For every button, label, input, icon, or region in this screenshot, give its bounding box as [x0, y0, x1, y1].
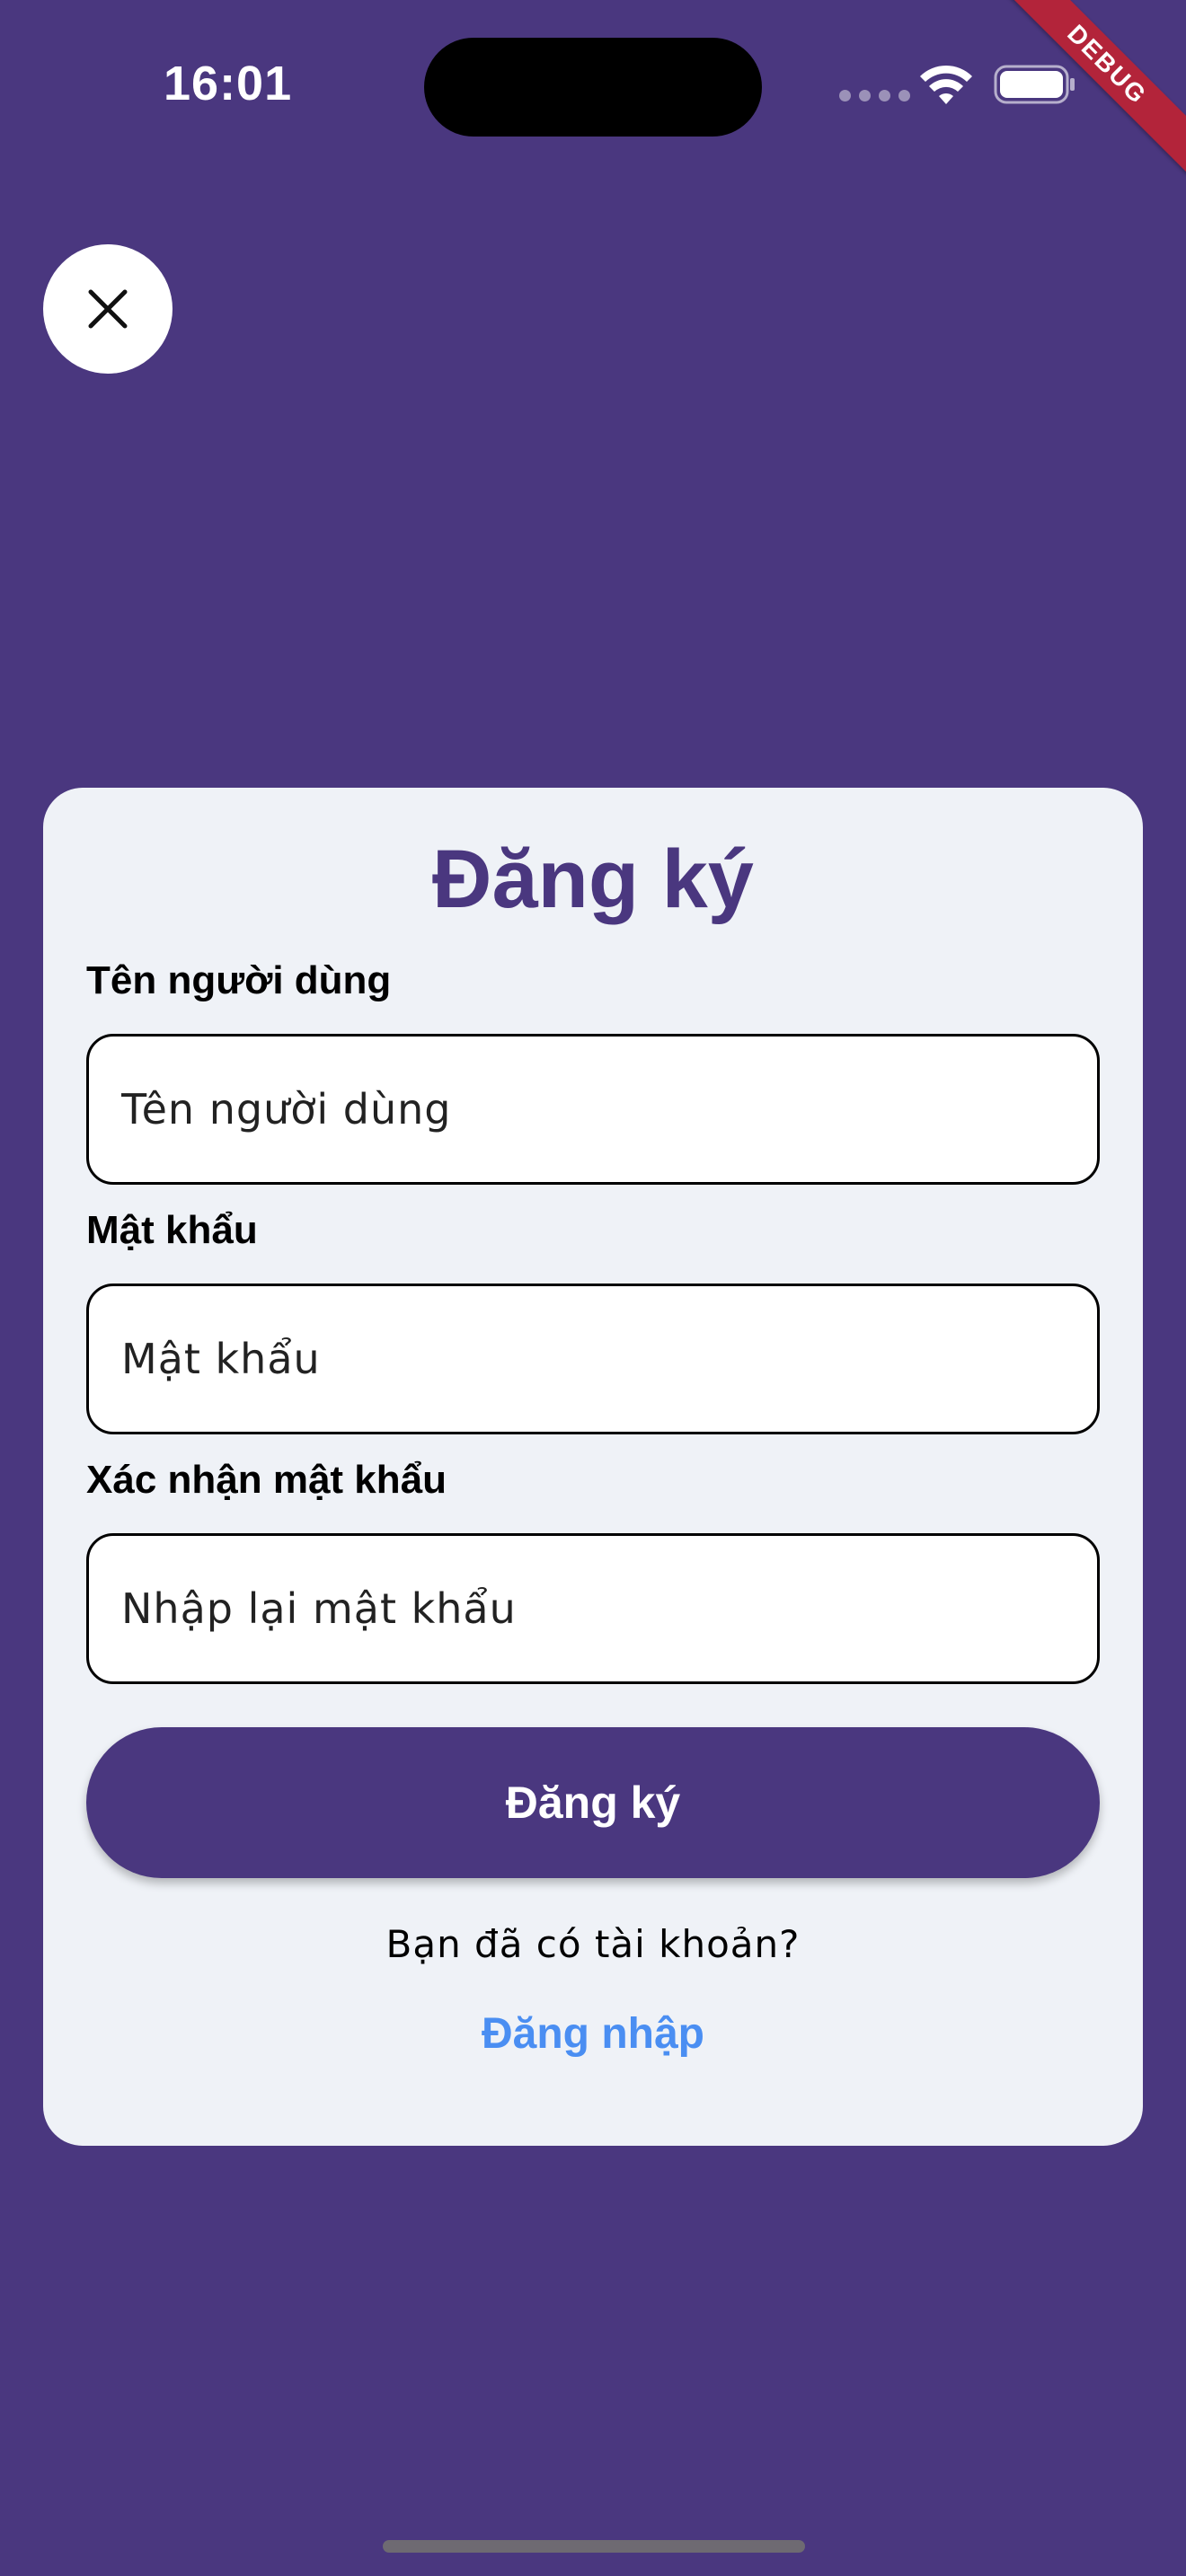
status-time: 16:01	[164, 57, 293, 110]
register-button[interactable]: Đăng ký	[86, 1727, 1100, 1878]
have-account-prompt: Bạn đã có tài khoản?	[385, 1922, 801, 1966]
confirm-password-label: Xác nhận mật khẩu	[86, 1458, 447, 1502]
cellular-signal-icon	[839, 90, 910, 101]
battery-icon	[994, 65, 1075, 104]
register-screen: 16:01 DEBUG Đăng ký Tên người dùng Mật k…	[0, 0, 1186, 2576]
password-input[interactable]	[86, 1284, 1100, 1434]
confirm-password-input[interactable]	[86, 1533, 1100, 1684]
close-icon	[88, 289, 128, 329]
username-input[interactable]	[86, 1034, 1100, 1185]
close-button[interactable]	[43, 244, 173, 374]
wifi-icon	[920, 65, 972, 104]
login-link[interactable]: Đăng nhập	[43, 2009, 1143, 2059]
register-card: Đăng ký Tên người dùng Mật khẩu Xác nhận…	[43, 788, 1143, 2146]
password-label: Mật khẩu	[86, 1208, 258, 1252]
dynamic-island	[424, 38, 762, 137]
home-indicator[interactable]	[383, 2540, 805, 2553]
page-title: Đăng ký	[432, 834, 754, 925]
username-label: Tên người dùng	[86, 958, 392, 1002]
